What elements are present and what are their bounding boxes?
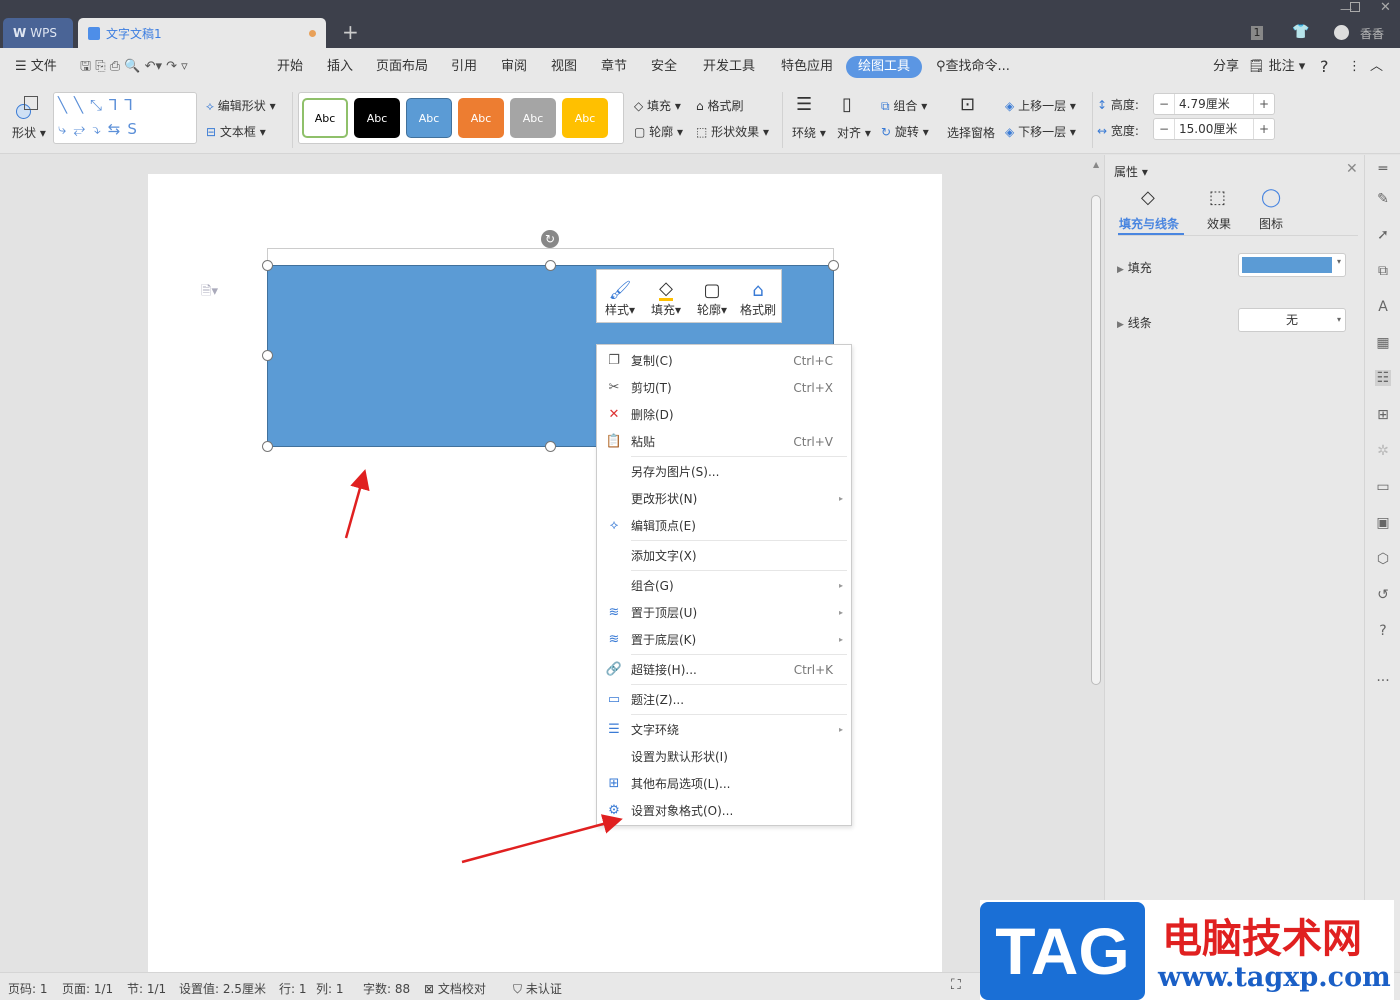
fill-color-swatch <box>1242 257 1332 273</box>
status-section: 节: 1/1 <box>127 982 167 996</box>
image-icon[interactable]: ▣ <box>1375 515 1391 531</box>
table-icon[interactable]: ▦ <box>1375 335 1391 351</box>
strip-menu-icon[interactable]: ═ <box>1375 161 1391 177</box>
more-dots-icon[interactable]: ··· <box>1375 673 1391 689</box>
tab-icon[interactable]: 图标 <box>1259 215 1283 232</box>
line-dropdown[interactable]: 无 ▾ <box>1238 308 1346 332</box>
eraser-icon[interactable]: ✎ <box>1375 191 1391 207</box>
shield-icon[interactable]: ⬡ <box>1375 551 1391 567</box>
magic-icon[interactable]: ✲ <box>1375 443 1391 459</box>
proofread-icon: ⊠ <box>424 982 435 996</box>
status-setting: 设置值: 2.5厘米 <box>179 982 266 996</box>
effect-icon: ⬚ <box>1209 187 1227 208</box>
fill-color-dropdown[interactable]: ▾ <box>1238 253 1346 277</box>
status-row: 行: 1 <box>279 982 307 996</box>
status-page-number: 页码: 1 <box>8 982 48 996</box>
watermark-logo: TAG 电脑技术网 www.tagxp.com <box>980 900 1394 1000</box>
fill-section[interactable]: ▶ 填充 <box>1117 259 1152 276</box>
certification-button[interactable]: ⛉ 未认证 <box>513 980 562 997</box>
right-tool-strip: ═ ✎ ➚ ⧉ A ▦ ☷ ⊞ ✲ ▭ ▣ ⬡ ↺ ? ··· <box>1364 155 1400 970</box>
status-pages: 页面: 1/1 <box>62 982 114 996</box>
scroll-up-icon[interactable]: ▲ <box>1093 160 1099 169</box>
fill-line-icon: ◇ <box>1141 187 1155 208</box>
properties-icon[interactable]: ☷ <box>1375 370 1391 386</box>
close-panel-icon[interactable]: ✕ <box>1346 161 1358 177</box>
archive-icon[interactable]: ▭ <box>1375 479 1391 495</box>
line-section[interactable]: ▶ 线条 <box>1117 314 1152 331</box>
status-col: 列: 1 <box>316 982 344 996</box>
shield-check-icon: ⛉ <box>513 982 523 996</box>
proofread-button[interactable]: ⊠ 文档校对 <box>424 980 486 997</box>
select-cursor-icon[interactable]: ➚ <box>1375 227 1391 243</box>
shapes-icon[interactable]: ⧉ <box>1375 263 1391 279</box>
red-arrow-shape <box>344 469 370 539</box>
tab-effect[interactable]: 效果 <box>1207 215 1231 232</box>
scrollbar-thumb[interactable] <box>1091 195 1101 685</box>
text-style-icon[interactable]: A <box>1375 299 1391 315</box>
red-arrow-menu <box>461 814 623 864</box>
help-circle-icon[interactable]: ? <box>1375 623 1391 639</box>
picture-frame-icon[interactable]: ⊞ <box>1375 407 1391 423</box>
status-words[interactable]: 字数: 88 <box>363 980 410 997</box>
tab-fill-line[interactable]: 填充与线条 <box>1119 215 1179 232</box>
panel-title[interactable]: 属性 ▾ <box>1114 163 1148 180</box>
history-icon[interactable]: ↺ <box>1375 587 1391 603</box>
properties-panel: 属性 ▾ ✕ ◇ 填充与线条 ⬚ 效果 ◯ 图标 ▶ 填充 ▾ ▶ 线条 无 ▾ <box>1104 155 1364 970</box>
icon-tab-icon: ◯ <box>1261 187 1282 208</box>
fullscreen-icon[interactable]: ⛶ <box>951 977 961 993</box>
